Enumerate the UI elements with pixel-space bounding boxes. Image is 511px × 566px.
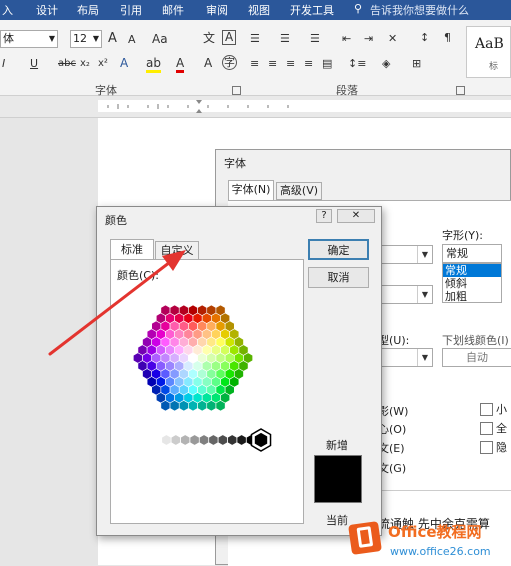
watermark-brand: Office教程网 (388, 523, 482, 541)
watermark-url: www.office26.com (390, 545, 491, 558)
watermark: Office教程网 www.office26.com (338, 515, 511, 565)
annotation-arrow (48, 250, 186, 356)
office-logo-icon (348, 521, 382, 555)
